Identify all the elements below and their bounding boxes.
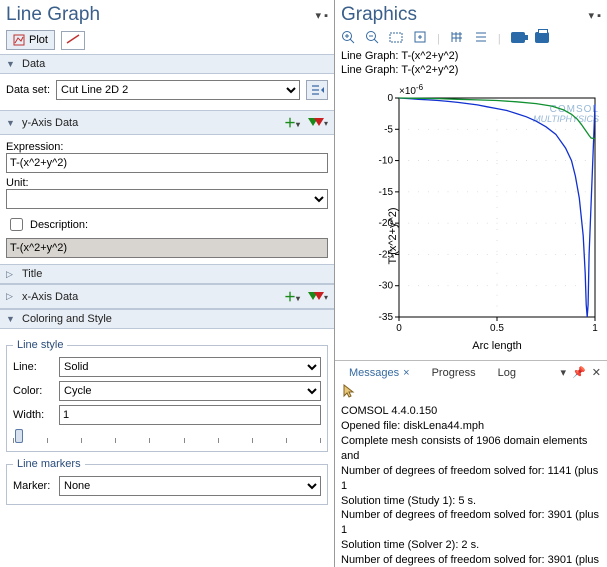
xexpr-menu-button[interactable]: ▾	[308, 291, 328, 303]
chevron-down-icon	[6, 59, 16, 69]
svg-text:0: 0	[387, 93, 393, 104]
log-line: COMSOL 4.4.0.150	[341, 404, 601, 419]
yexpr-menu-button[interactable]: ▾	[308, 117, 328, 129]
section-xaxis-label: x-Axis Data	[22, 291, 278, 303]
zoom-extents-icon[interactable]	[413, 30, 427, 47]
section-title[interactable]: Title	[0, 264, 334, 284]
log-line: Opened file: diskLena44.mph	[341, 419, 601, 434]
legend-icon[interactable]	[474, 30, 488, 47]
add-yexpr-button[interactable]: ＋▾	[284, 114, 300, 131]
section-data-label: Data	[22, 58, 328, 70]
zoom-in-icon[interactable]	[341, 30, 355, 47]
log-line: Solution time (Solver 2): 2 s.	[341, 538, 601, 553]
section-coloring[interactable]: Coloring and Style	[0, 309, 334, 329]
svg-text:-10: -10	[379, 155, 394, 166]
section-coloring-label: Coloring and Style	[22, 313, 328, 325]
left-panel-title: Line Graph	[6, 4, 100, 26]
line-label: Line:	[13, 361, 53, 373]
linestyle-legend: Line style	[13, 339, 67, 351]
tab-menu-icon[interactable]: ▾	[561, 366, 567, 379]
chevron-right-icon	[6, 269, 16, 280]
line-select[interactable]: Solid	[59, 357, 321, 377]
svg-text:0: 0	[396, 323, 402, 334]
log-line: Complete mesh consists of 1906 domain el…	[341, 434, 601, 464]
svg-text:×10-6: ×10-6	[399, 83, 424, 97]
width-input[interactable]	[59, 405, 321, 425]
plot-style-icon[interactable]	[61, 31, 85, 50]
section-yaxis[interactable]: y-Axis Data ＋▾ ▾	[0, 110, 334, 135]
svg-text:Arc length: Arc length	[472, 340, 522, 352]
section-data[interactable]: Data	[0, 54, 334, 74]
tab-messages[interactable]: Messages×	[341, 364, 418, 382]
unit-select[interactable]	[6, 189, 328, 209]
svg-text:-5: -5	[384, 124, 393, 135]
grid-icon[interactable]	[450, 30, 464, 47]
log-line: Number of degrees of freedom solved for:…	[341, 553, 601, 567]
log-line: Solution time (Study 1): 5 s.	[341, 494, 601, 509]
section-title-label: Title	[22, 268, 328, 280]
plot-info-1: Line Graph: T-(x^2+y^2)	[341, 49, 601, 63]
chevron-down-icon	[6, 118, 16, 128]
svg-text:0.5: 0.5	[490, 323, 504, 334]
color-select[interactable]: Cycle	[59, 381, 321, 401]
graphics-title: Graphics	[341, 4, 417, 26]
chevron-down-icon	[6, 314, 16, 324]
description-label: Description:	[30, 219, 88, 231]
svg-text:-35: -35	[379, 312, 394, 323]
log-line: Number of degrees of freedom solved for:…	[341, 464, 601, 494]
plot-button[interactable]: Plot	[6, 30, 55, 50]
messages-panel: COMSOL 4.4.0.150 Opened file: diskLena44…	[335, 382, 607, 567]
tab-close-icon[interactable]: ✕	[592, 366, 601, 379]
add-xexpr-button[interactable]: ＋▾	[284, 288, 300, 305]
markers-legend: Line markers	[13, 458, 85, 470]
section-xaxis[interactable]: x-Axis Data ＋▾ ▾	[0, 284, 334, 309]
zoom-out-icon[interactable]	[365, 30, 379, 47]
width-label: Width:	[13, 409, 53, 421]
tab-progress[interactable]: Progress	[424, 364, 484, 382]
pin-icon[interactable]: ▾ ▪	[316, 9, 328, 22]
tab-log[interactable]: Log	[490, 364, 524, 382]
svg-text:1: 1	[592, 323, 598, 334]
plot-info-2: Line Graph: T-(x^2+y^2)	[341, 63, 601, 77]
dataset-select[interactable]: Cut Line 2D 2	[56, 80, 300, 100]
print-icon[interactable]	[535, 32, 549, 46]
expression-input[interactable]	[6, 153, 328, 173]
plot-button-label: Plot	[29, 34, 48, 46]
dataset-label: Data set:	[6, 84, 50, 96]
cursor-icon	[341, 384, 355, 398]
chevron-right-icon	[6, 291, 16, 302]
unit-label: Unit:	[6, 177, 29, 189]
log-line: Number of degrees of freedom solved for:…	[341, 508, 601, 538]
tab-pin-icon[interactable]: 📌	[572, 366, 586, 379]
description-input[interactable]	[6, 238, 328, 258]
marker-select[interactable]: None	[59, 476, 321, 496]
marker-label: Marker:	[13, 480, 53, 492]
section-yaxis-label: y-Axis Data	[22, 117, 278, 129]
zoom-box-icon[interactable]	[389, 30, 403, 47]
chart-ylabel: T-(x^2+y^2)	[387, 176, 399, 296]
dataset-goto-button[interactable]	[306, 80, 328, 100]
close-icon[interactable]: ×	[403, 367, 409, 379]
expression-label: Expression:	[6, 141, 63, 153]
color-label: Color:	[13, 385, 53, 397]
snapshot-icon[interactable]	[511, 32, 525, 46]
graphics-menu-icon[interactable]: ▾ ▪	[589, 9, 601, 22]
description-checkbox[interactable]	[10, 218, 23, 231]
width-slider[interactable]	[13, 429, 321, 447]
